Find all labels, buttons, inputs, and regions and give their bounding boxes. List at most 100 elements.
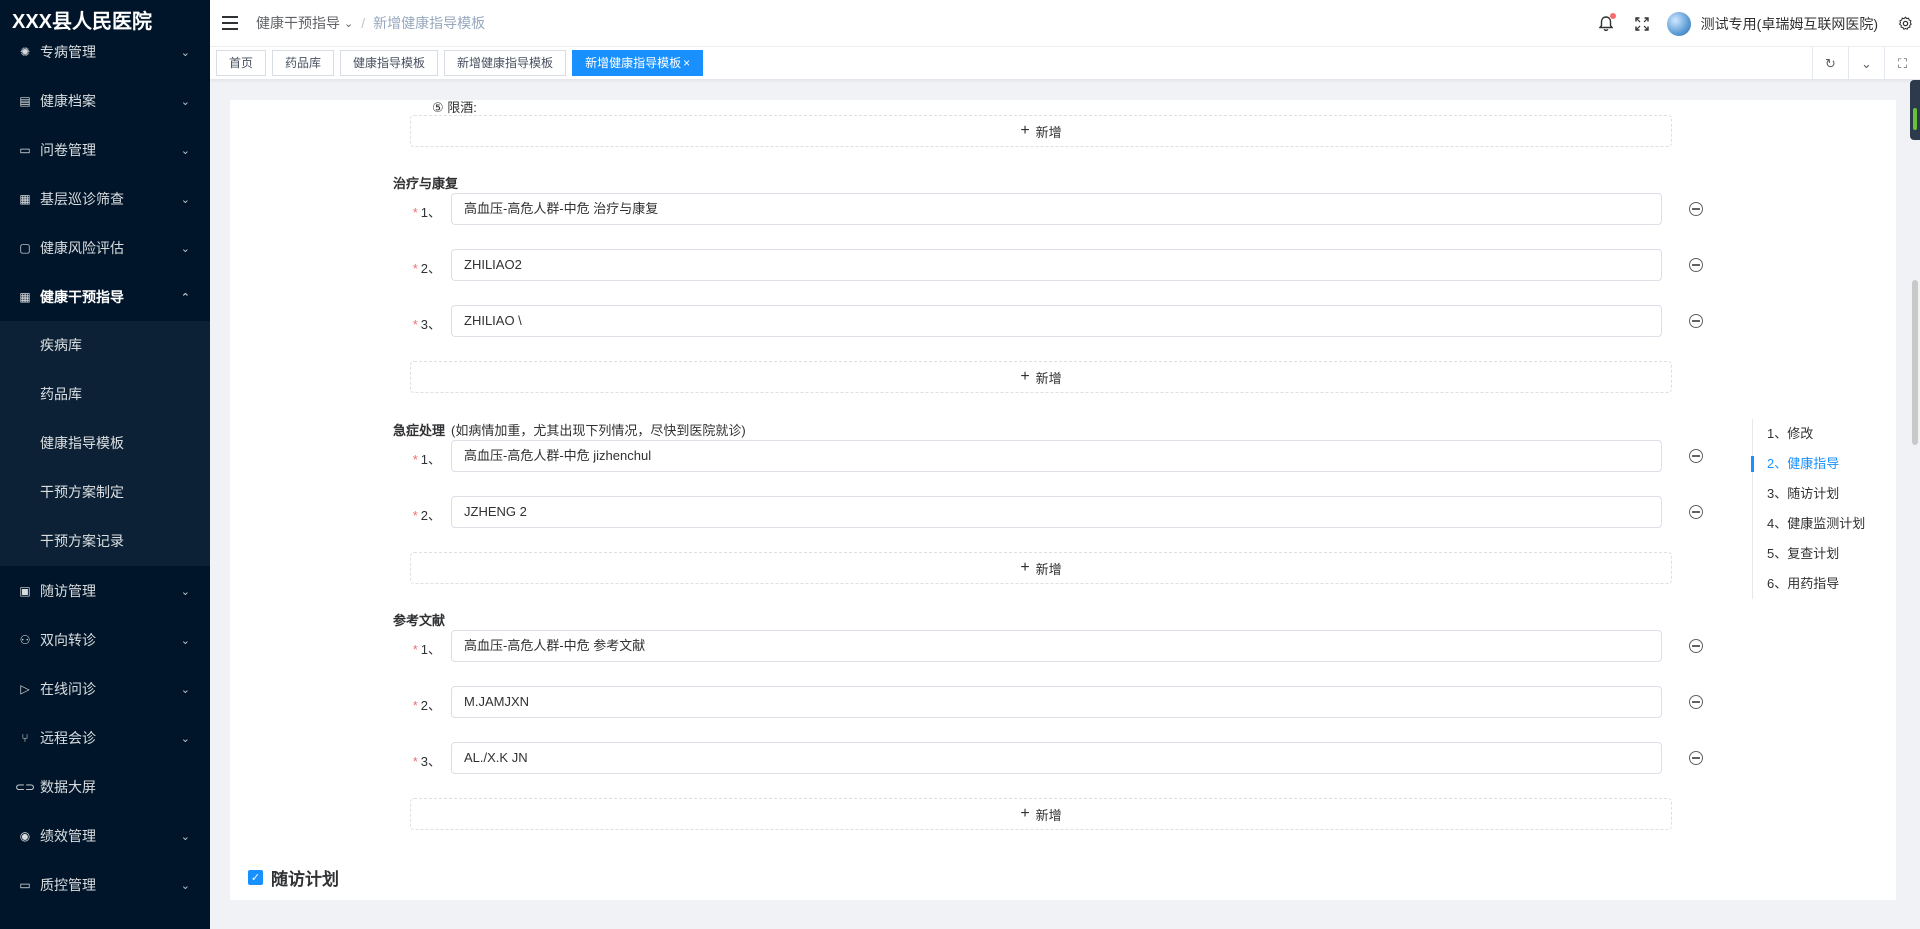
section-title-emergency: 急症处理 (如病情加重，尤其出现下列情况，尽快到医院就诊) (393, 420, 746, 439)
minus-circle-icon[interactable] (1689, 202, 1703, 216)
anchor-item-health-guidance[interactable]: 2、健康指导 (1751, 449, 1892, 479)
add-reference-button[interactable]: + 新增 (410, 798, 1672, 830)
required-mark: * (412, 642, 418, 657)
menu-item-online-consult[interactable]: ▷ 在线问诊 ⌄ (0, 664, 210, 713)
questionnaire-icon: ▭ (19, 142, 31, 157)
notification-dot (1609, 12, 1616, 19)
add-button-label: 新增 (1035, 807, 1062, 823)
menu-item-referral[interactable]: ⚇ 双向转诊 ⌄ (0, 615, 210, 664)
link-icon: ⊂⊃ (14, 779, 36, 794)
main-area: 健康干预指导 ⌄ / 新增健康指导模板 测试专用(卓瑞姆互联网医院) 首页 药品… (210, 0, 1920, 929)
row-index-text: 2、 (420, 698, 441, 713)
submenu-item-plan-making[interactable]: 干预方案制定 (0, 468, 210, 517)
minus-circle-icon[interactable] (1689, 258, 1703, 272)
add-treatment-button[interactable]: + 新增 (410, 361, 1672, 393)
chevron-down-icon: ⌄ (180, 95, 190, 108)
tags-view: 首页 药品库 健康指导模板 新增健康指导模板 新增健康指导模板 × ↻ ⌄ ⛶ (210, 47, 1920, 80)
menu-item-label: 随访管理 (40, 582, 96, 599)
breadcrumb: 健康干预指导 ⌄ / 新增健康指导模板 (256, 13, 485, 33)
row-index: * 1、 (401, 202, 441, 221)
close-icon[interactable]: × (683, 56, 690, 70)
user-name[interactable]: 测试专用(卓瑞姆互联网医院) (1701, 14, 1878, 34)
treatment-input-3[interactable]: ZHILIAO \ (451, 305, 1662, 337)
row-index-text: 2、 (420, 508, 441, 523)
anchor-item-medication-guidance[interactable]: 6、用药指导 (1753, 569, 1892, 599)
tab-drug-library[interactable]: 药品库 (272, 50, 335, 76)
checkbox-checked-icon[interactable]: ✓ (248, 870, 263, 885)
chevron-down-icon: ⌄ (180, 879, 190, 892)
minus-circle-icon[interactable] (1689, 314, 1703, 328)
anchor-item-monitoring-plan[interactable]: 4、健康监测计划 (1753, 509, 1892, 539)
tab-new-template-active[interactable]: 新增健康指导模板 × (572, 50, 704, 76)
row-index: * 2、 (401, 258, 441, 277)
breadcrumb-current: 新增健康指导模板 (373, 15, 486, 31)
required-mark: * (412, 205, 418, 220)
screening-icon: ▦ (19, 191, 31, 206)
emergency-input-2[interactable]: JZHENG 2 (451, 496, 1662, 528)
treatment-input-1[interactable]: 高血压-高危人群-中危 治疗与康复 (451, 193, 1662, 225)
add-button-label: 新增 (1035, 124, 1062, 140)
submenu-item-disease-library[interactable]: 疾病库 (0, 321, 210, 370)
add-button[interactable]: + 新增 (410, 115, 1672, 147)
refresh-icon[interactable]: ↻ (1812, 47, 1848, 80)
menu-item-label: 问卷管理 (40, 141, 96, 158)
treatment-input-2[interactable]: ZHILIAO2 (451, 249, 1662, 281)
tab-new-template[interactable]: 新增健康指导模板 (444, 50, 567, 76)
avatar[interactable] (1666, 11, 1691, 36)
menu-item-performance[interactable]: ◉ 绩效管理 ⌄ (0, 811, 210, 860)
handle-indicator (1913, 108, 1917, 130)
submenu-item-guidance-template[interactable]: 健康指导模板 (0, 419, 210, 468)
table-icon: ▦ (19, 289, 31, 304)
menu-item-follow-up[interactable]: ▣ 随访管理 ⌄ (0, 566, 210, 615)
minus-circle-icon[interactable] (1689, 449, 1703, 463)
scrollbar-thumb[interactable] (1912, 280, 1918, 445)
menu-item-screening[interactable]: ▦ 基层巡诊筛查 ⌄ (0, 174, 210, 223)
section-title-references: 参考文献 (393, 613, 446, 628)
reference-input-1[interactable]: 高血压-高危人群-中危 参考文献 (451, 630, 1662, 662)
fullscreen-icon[interactable] (1631, 13, 1653, 35)
minus-circle-icon[interactable] (1689, 751, 1703, 765)
emergency-input-1[interactable]: 高血压-高危人群-中危 jizhenchul (451, 440, 1662, 472)
followup-label: 随访计划 (271, 870, 339, 889)
submenu-item-plan-records[interactable]: 干预方案记录 (0, 517, 210, 566)
menu-item-remote-consult[interactable]: ⑂ 远程会诊 ⌄ (0, 713, 210, 762)
menu-item-health-intervention[interactable]: ▦ 健康干预指导 ⌃ (0, 272, 210, 321)
chevron-down-icon: ⌄ (180, 830, 190, 843)
section-title-text: 急症处理 (393, 423, 446, 438)
minus-circle-icon[interactable] (1689, 505, 1703, 519)
monitor-icon: ▭ (19, 877, 31, 892)
tab-guidance-template[interactable]: 健康指导模板 (340, 50, 439, 76)
minus-circle-icon[interactable] (1689, 639, 1703, 653)
menu-toggle-icon[interactable] (222, 16, 238, 30)
anchor-item-edit[interactable]: 1、修改 (1753, 419, 1892, 449)
tab-home[interactable]: 首页 (216, 50, 267, 76)
followup-checkbox-row[interactable]: ✓ 随访计划 (248, 865, 339, 890)
menu-item-label: 在线问诊 (40, 680, 96, 697)
side-drawer-handle[interactable] (1910, 80, 1920, 140)
add-emergency-button[interactable]: + 新增 (410, 552, 1672, 584)
add-button-label: 新增 (1035, 561, 1062, 577)
menu-item-health-records[interactable]: ▤ 健康档案 ⌄ (0, 76, 210, 125)
menu-item-data-screen[interactable]: ⊂⊃ 数据大屏 (0, 762, 210, 811)
anchor-item-followup-plan[interactable]: 3、随访计划 (1753, 479, 1892, 509)
menu-item-quality-control[interactable]: ▭ 质控管理 ⌄ (0, 860, 210, 909)
menu-item-label: 基层巡诊筛查 (40, 190, 124, 207)
bell-icon[interactable] (1595, 12, 1617, 35)
gear-icon[interactable] (1894, 13, 1916, 35)
menu-item-risk-assessment[interactable]: ▢ 健康风险评估 ⌄ (0, 223, 210, 272)
breadcrumb-item[interactable]: 健康干预指导 (256, 13, 340, 33)
menu-item-disease-management[interactable]: ✺ 专病管理 ⌄ (0, 27, 210, 76)
submenu-item-drug-library[interactable]: 药品库 (0, 370, 210, 419)
row-index-text: 1、 (420, 452, 441, 467)
chevron-down-icon: ⌄ (344, 17, 354, 30)
chevron-down-icon[interactable]: ⌄ (1848, 47, 1884, 80)
menu-item-questionnaire[interactable]: ▭ 问卷管理 ⌄ (0, 125, 210, 174)
anchor-item-recheck-plan[interactable]: 5、复查计划 (1753, 539, 1892, 569)
minus-circle-icon[interactable] (1689, 695, 1703, 709)
row-index: * 2、 (401, 695, 441, 714)
chevron-down-icon: ⌄ (180, 683, 190, 696)
reference-input-3[interactable]: AL./X.K JN (451, 742, 1662, 774)
plus-icon: + (1020, 368, 1030, 385)
maximize-icon[interactable]: ⛶ (1884, 47, 1920, 80)
reference-input-2[interactable]: M.JAMJXN (451, 686, 1662, 718)
